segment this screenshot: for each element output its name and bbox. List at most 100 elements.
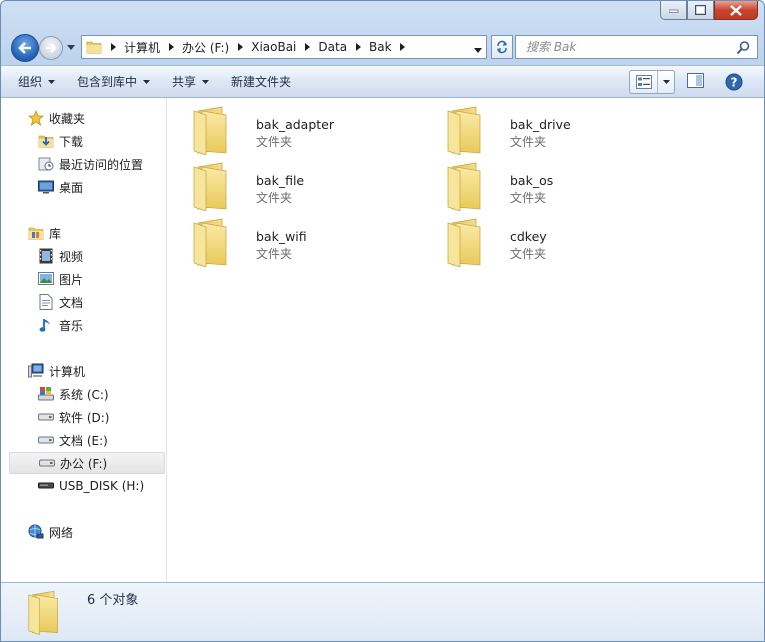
sidebar-item-label: 下载 [59, 134, 84, 149]
organize-label: 组织 [18, 75, 43, 89]
search-icon[interactable] [736, 40, 751, 55]
sidebar-item-documents[interactable]: 文档 [9, 291, 165, 313]
sidebar-item-recent-places[interactable]: 最近访问的位置 [9, 153, 165, 175]
sidebar-item-drive-f[interactable]: 办公 (F:) [9, 452, 165, 474]
folder-item[interactable]: bak_adapter 文件夹 [186, 104, 436, 156]
view-details-icon [635, 75, 652, 89]
sidebar-item-drive-e[interactable]: 文档 (E:) [9, 429, 165, 451]
folder-icon [186, 104, 238, 156]
navigation-pane[interactable]: 收藏夹 下载 最近访问的位置 桌面 库 视频 图片 文档 音乐 计算机 系统 (… [9, 98, 167, 582]
preview-pane-icon [687, 73, 704, 88]
search-box[interactable] [515, 35, 758, 59]
sidebar-item-desktop[interactable]: 桌面 [9, 176, 165, 198]
chevron-right-icon [400, 43, 406, 51]
breadcrumb-separator[interactable] [164, 36, 178, 58]
main-body: 收藏夹 下载 最近访问的位置 桌面 库 视频 图片 文档 音乐 计算机 系统 (… [1, 98, 764, 582]
folder-name: bak_drive [510, 117, 571, 132]
chevron-right-icon [110, 43, 116, 51]
file-list[interactable]: bak_adapter 文件夹 bak_drive 文件夹 bak_file 文… [168, 98, 762, 582]
recent-pages-dropdown[interactable] [66, 42, 76, 52]
folder-icon [86, 39, 102, 55]
help-icon: ? [725, 73, 743, 91]
folder-icon [27, 589, 63, 638]
refresh-button[interactable] [491, 35, 513, 59]
breadcrumb-separator[interactable] [396, 36, 410, 58]
sidebar-item-drive-c[interactable]: 系统 (C:) [9, 383, 165, 405]
music-icon [37, 317, 55, 333]
sidebar-favorites[interactable]: 收藏夹 [9, 107, 165, 129]
sidebar-network-label: 网络 [49, 525, 74, 540]
sidebar-item-label: 图片 [59, 272, 84, 287]
back-button[interactable] [11, 34, 39, 62]
sidebar-item-music[interactable]: 音乐 [9, 314, 165, 336]
search-input[interactable] [526, 40, 726, 54]
breadcrumb-separator[interactable] [233, 36, 247, 58]
breadcrumb-separator[interactable] [351, 36, 365, 58]
recent-places-icon [37, 156, 55, 172]
sidebar-item-label: 视频 [59, 249, 84, 264]
chevron-right-icon [304, 43, 310, 51]
download-folder-icon [37, 133, 55, 149]
folder-item[interactable]: bak_wifi 文件夹 [186, 216, 436, 268]
folder-icon [440, 160, 492, 212]
view-toggle[interactable] [630, 71, 658, 93]
folder-item[interactable]: bak_drive 文件夹 [440, 104, 690, 156]
close-button[interactable] [714, 1, 758, 20]
sidebar-computer[interactable]: 计算机 [9, 360, 165, 382]
video-icon [37, 248, 55, 264]
view-options-dropdown[interactable] [658, 80, 674, 84]
history-buttons [9, 32, 79, 62]
folder-type: 文件夹 [510, 135, 547, 149]
folder-icon [440, 104, 492, 156]
change-view-button[interactable] [629, 70, 675, 94]
breadcrumb-computer[interactable]: 计算机 [120, 36, 164, 58]
sidebar-item-pictures[interactable]: 图片 [9, 268, 165, 290]
folder-item[interactable]: bak_file 文件夹 [186, 160, 436, 212]
documents-icon [37, 294, 55, 310]
help-button[interactable]: ? [725, 73, 743, 94]
breadcrumb-separator[interactable] [300, 36, 314, 58]
share-menu[interactable]: 共享 [165, 70, 216, 94]
minimize-button[interactable] [660, 1, 687, 20]
new-folder-button[interactable]: 新建文件夹 [224, 70, 298, 94]
sidebar-item-label: 音乐 [59, 318, 84, 333]
sidebar-item-videos[interactable]: 视频 [9, 245, 165, 267]
folder-item[interactable]: cdkey 文件夹 [440, 216, 690, 268]
preview-pane-button[interactable] [687, 73, 705, 92]
sidebar-item-label: 文档 [59, 295, 84, 310]
sidebar-network[interactable]: 网络 [9, 521, 165, 543]
address-history-dropdown[interactable] [474, 42, 482, 56]
include-in-library-menu[interactable]: 包含到库中 [70, 70, 157, 94]
sidebar-item-label: 桌面 [59, 180, 84, 195]
sidebar-libraries[interactable]: 库 [9, 222, 165, 244]
chevron-down-icon [143, 79, 151, 84]
sidebar-libraries-label: 库 [49, 226, 62, 241]
chevron-down-icon [48, 79, 56, 84]
folder-name: bak_file [256, 173, 305, 188]
desktop-icon [37, 179, 55, 195]
sidebar-item-drive-d[interactable]: 软件 (D:) [9, 406, 165, 428]
folder-type: 文件夹 [510, 247, 547, 261]
share-label: 共享 [172, 75, 197, 89]
drive-icon [37, 432, 55, 448]
breadcrumb-data[interactable]: Data [314, 36, 351, 58]
system-drive-icon [37, 386, 55, 402]
organize-menu[interactable]: 组织 [11, 70, 62, 94]
minimize-icon [668, 9, 678, 13]
drive-icon [37, 409, 55, 425]
window-controls [660, 1, 758, 20]
breadcrumb-drive[interactable]: 办公 (F:) [178, 36, 233, 58]
folder-item[interactable]: bak_os 文件夹 [440, 160, 690, 212]
svg-text:?: ? [731, 76, 738, 90]
breadcrumb-bak[interactable]: Bak [365, 36, 396, 58]
forward-button[interactable] [39, 36, 63, 60]
maximize-button[interactable] [687, 1, 714, 20]
sidebar-item-drive-h[interactable]: USB_DISK (H:) [9, 475, 165, 497]
breadcrumb-xiaobai[interactable]: XiaoBai [247, 36, 300, 58]
address-bar[interactable]: 计算机 办公 (F:) XiaoBai Data Bak [81, 35, 487, 59]
sidebar-item-downloads[interactable]: 下载 [9, 130, 165, 152]
pictures-icon [37, 271, 55, 287]
folder-icon [440, 216, 492, 268]
breadcrumb-separator[interactable] [106, 36, 120, 58]
star-icon [27, 110, 45, 126]
